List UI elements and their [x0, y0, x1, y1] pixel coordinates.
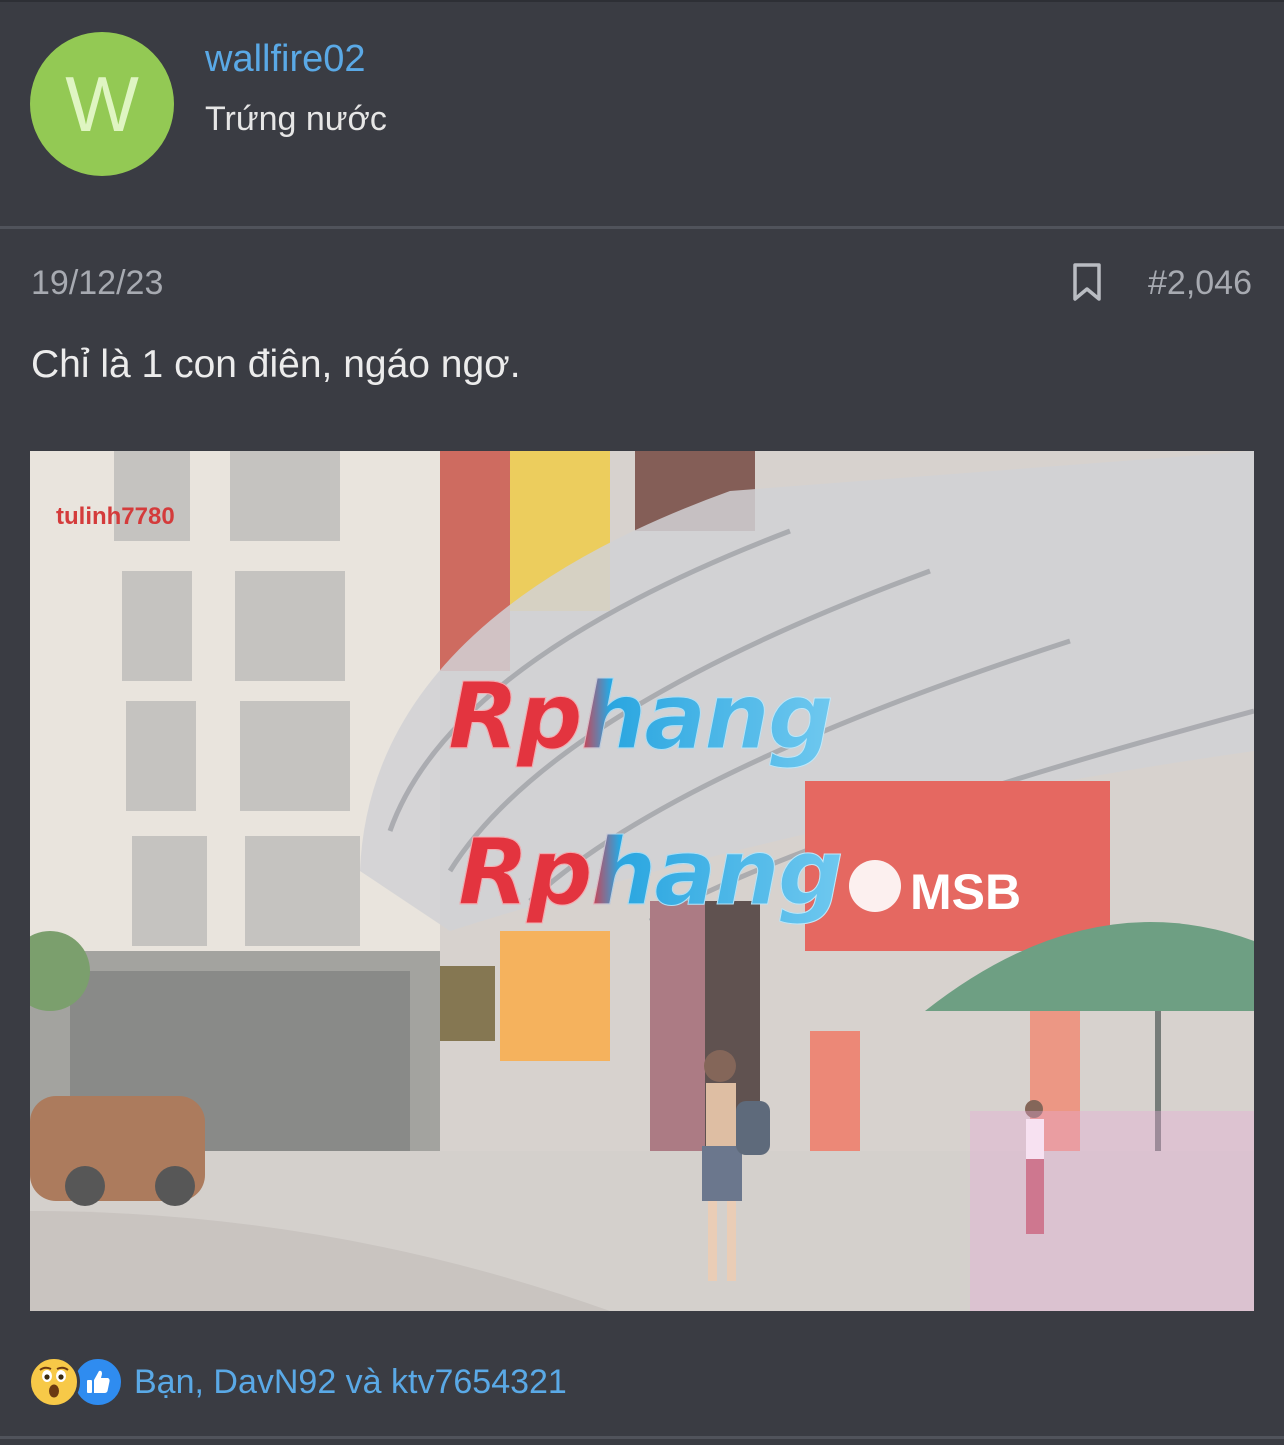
author-username[interactable]: wallfire02 — [205, 38, 366, 81]
post-body-text: Chỉ là 1 con điên, ngáo ngơ. — [31, 343, 521, 386]
post-author-block: W wallfire02 Trứng nước — [0, 2, 1284, 227]
bookmark-icon[interactable] — [1071, 262, 1103, 302]
photo-watermark-username: tulinh7780 — [56, 503, 175, 530]
reactions-bar[interactable]: Bạn, DavN92 và ktv7654321 — [28, 1354, 567, 1410]
section-divider — [0, 226, 1284, 229]
photo-watermark-brand-2: Rphang — [458, 819, 845, 927]
forum-post-page: W wallfire02 Trứng nước 19/12/23 #2,046 … — [0, 0, 1284, 1445]
photo-sign-text: MSB — [910, 864, 1022, 920]
reaction-users-list[interactable]: Bạn, DavN92 và ktv7654321 — [134, 1363, 567, 1402]
bottom-divider — [0, 1436, 1284, 1439]
author-title: Trứng nước — [205, 100, 387, 138]
post-date[interactable]: 19/12/23 — [31, 264, 163, 303]
avatar-letter: W — [65, 59, 139, 148]
post-attached-photo[interactable]: tulinh7780 Rphang Rphang MSB — [30, 451, 1254, 1311]
post-number-link[interactable]: #2,046 — [1148, 264, 1252, 303]
wow-emoji-icon[interactable] — [28, 1356, 80, 1408]
avatar[interactable]: W — [30, 32, 174, 176]
photo-watermark-brand: Rphang — [448, 663, 835, 771]
